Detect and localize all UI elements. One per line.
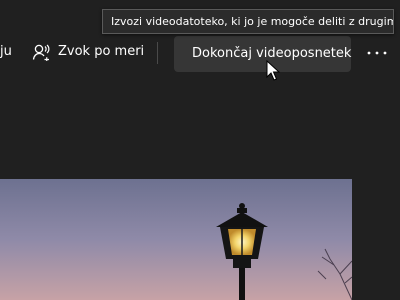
mouse-cursor-icon bbox=[266, 60, 280, 81]
custom-audio-label: Zvok po meri bbox=[58, 44, 145, 59]
toolbar-item-label-partial[interactable]: ju bbox=[0, 44, 12, 60]
more-options-button[interactable] bbox=[364, 40, 390, 66]
custom-audio-icon bbox=[32, 44, 50, 61]
video-preview[interactable] bbox=[0, 179, 352, 300]
toolbar-separator bbox=[157, 42, 158, 64]
video-editor-window: ju Zvok po meri Dokončaj videoposnetek I… bbox=[0, 0, 400, 300]
finish-video-tooltip: Izvozi videodatoteko, ki jo je mogoče de… bbox=[102, 9, 394, 34]
tooltip-text: Izvozi videodatoteko, ki jo je mogoče de… bbox=[111, 15, 394, 28]
lamppost-image bbox=[0, 179, 352, 300]
more-horizontal-icon bbox=[367, 51, 387, 55]
finish-video-button[interactable]: Dokončaj videoposnetek bbox=[174, 36, 351, 72]
custom-audio-button[interactable]: Zvok po meri bbox=[32, 38, 144, 66]
